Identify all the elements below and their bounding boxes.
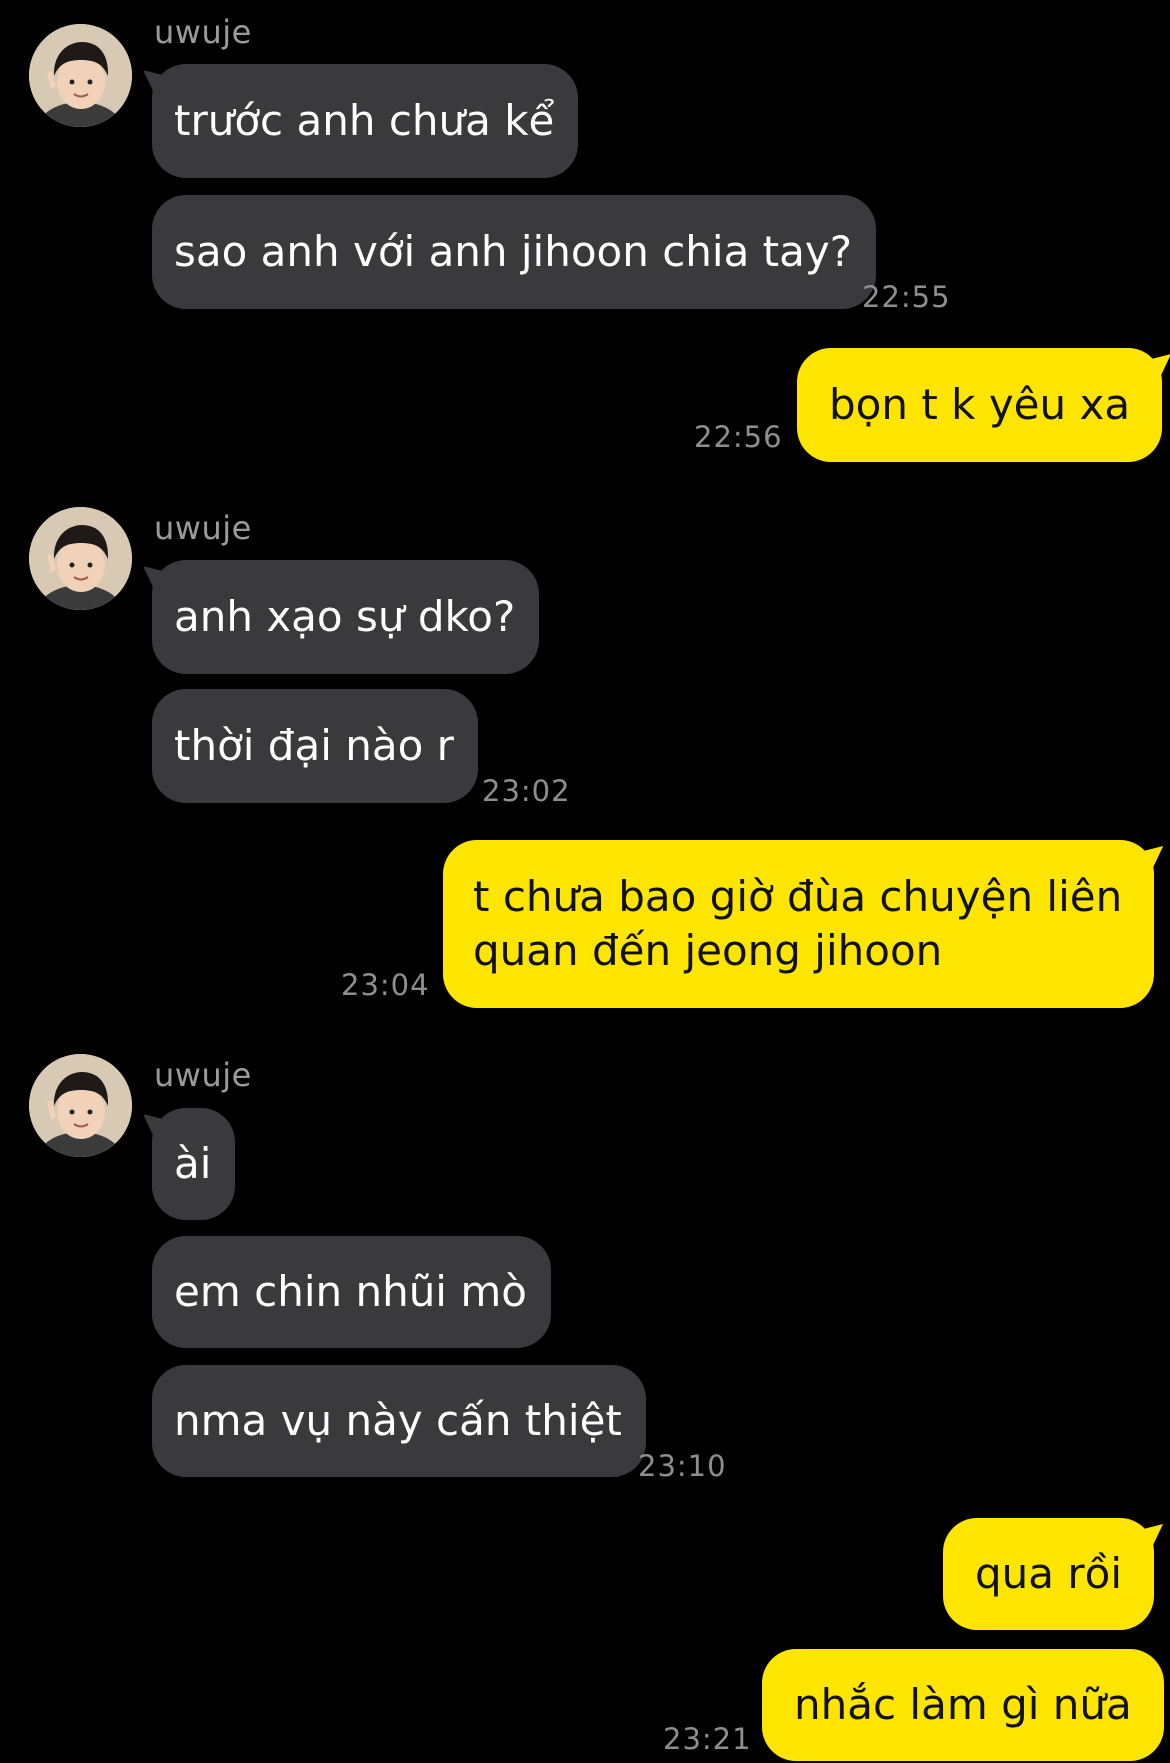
- message-timestamp: 22:56: [694, 420, 783, 454]
- message-timestamp: 22:55: [862, 280, 951, 314]
- sender-name: uwuje: [154, 13, 252, 51]
- incoming-message-bubble[interactable]: em chin nhũi mò: [152, 1236, 551, 1348]
- incoming-message-bubble[interactable]: ài: [152, 1108, 236, 1220]
- child-avatar-icon: [29, 1054, 132, 1157]
- sender-name: uwuje: [154, 1056, 252, 1094]
- contact-avatar[interactable]: [29, 24, 132, 127]
- message-timestamp: 23:21: [663, 1722, 752, 1756]
- child-avatar-icon: [29, 24, 132, 127]
- message-timestamp: 23:02: [482, 774, 571, 808]
- outgoing-message-bubble[interactable]: nhắc làm gì nữa: [762, 1649, 1164, 1761]
- incoming-message-bubble[interactable]: sao anh với anh jihoon chia tay?: [152, 195, 877, 309]
- message-timestamp: 23:04: [341, 968, 430, 1002]
- outgoing-message-bubble[interactable]: t chưa bao giờ đùa chuyện liên quan đến …: [443, 840, 1155, 1008]
- incoming-message-bubble[interactable]: thời đại nào r: [152, 689, 478, 803]
- contact-avatar[interactable]: [29, 507, 132, 610]
- child-avatar-icon: [29, 507, 132, 610]
- incoming-message-bubble[interactable]: nma vụ này cấn thiệt: [152, 1365, 646, 1477]
- outgoing-message-bubble[interactable]: bọn t k yêu xa: [797, 348, 1163, 462]
- chat-thread[interactable]: uwuje trước anh chưa kể sao anh với anh …: [0, 0, 1170, 1763]
- incoming-message-bubble[interactable]: trước anh chưa kể: [152, 64, 579, 178]
- incoming-message-bubble[interactable]: anh xạo sự dko?: [152, 560, 540, 674]
- sender-name: uwuje: [154, 509, 252, 547]
- message-timestamp: 23:10: [638, 1449, 727, 1483]
- contact-avatar[interactable]: [29, 1054, 132, 1157]
- outgoing-message-bubble[interactable]: qua rồi: [943, 1518, 1154, 1630]
